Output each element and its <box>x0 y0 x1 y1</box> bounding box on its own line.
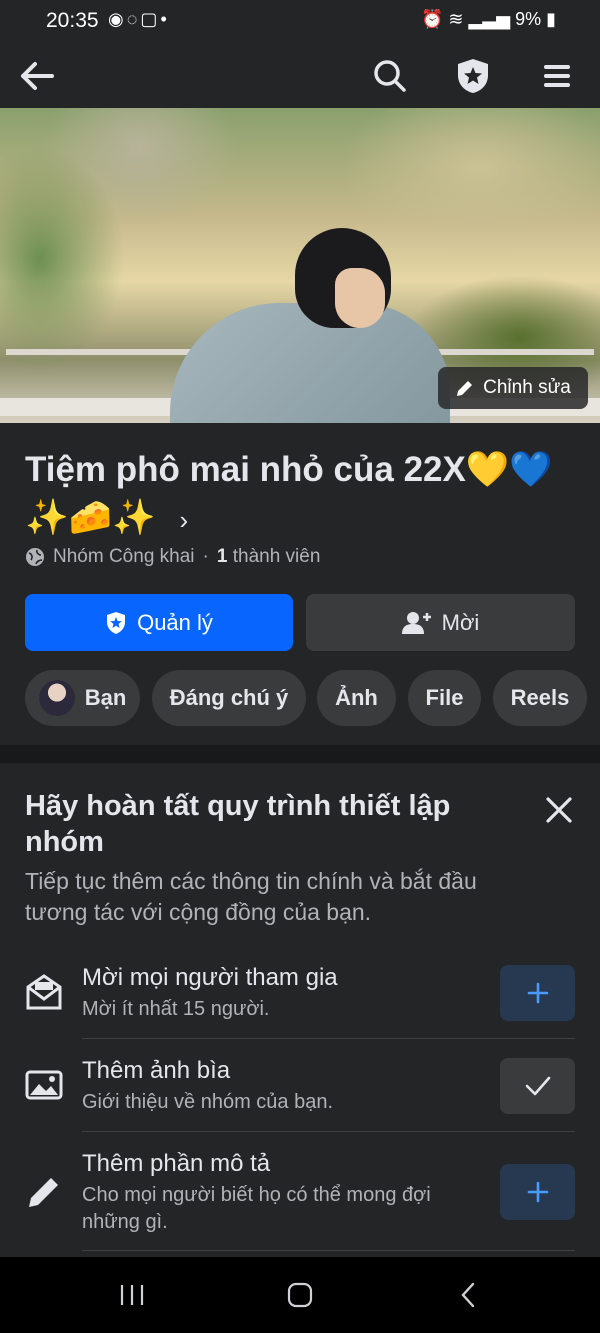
completed-button[interactable] <box>500 1058 575 1114</box>
weibo-icon: ◉ <box>108 9 127 29</box>
tab-reels[interactable]: Reels <box>493 670 587 726</box>
task-divider <box>82 1131 575 1132</box>
battery-icon: ▮ <box>546 9 556 29</box>
task-description: Giới thiệu về nhóm của bạn. <box>82 1091 334 1113</box>
task-divider <box>82 1038 575 1039</box>
pencil-icon <box>457 381 473 396</box>
home-icon[interactable] <box>280 1279 320 1311</box>
member-label: thành viên <box>232 546 321 567</box>
admin-shield-icon[interactable] <box>453 56 493 96</box>
cover-person-face <box>335 268 385 328</box>
manage-label: Quản lý <box>137 609 213 635</box>
task-divider <box>82 1250 575 1251</box>
invite-envelope-icon <box>24 972 64 1012</box>
admin-shield-icon <box>107 611 126 634</box>
task-description: Mời ít nhất 15 người. <box>82 998 270 1020</box>
tab-friends[interactable]: Bạn <box>25 670 140 726</box>
recent-apps-icon[interactable] <box>112 1279 152 1311</box>
edit-cover-label: Chỉnh sửa <box>483 377 571 398</box>
group-meta: Nhóm Công khai · 1 thành viên <box>25 546 320 568</box>
signal-icon: ▂▃▅ <box>468 9 511 29</box>
status-time: 20:35 <box>46 9 99 32</box>
section-divider <box>0 745 600 763</box>
avatar <box>38 680 75 716</box>
top-nav <box>0 44 600 108</box>
tab-files[interactable]: File <box>408 670 481 726</box>
instagram-icon: ▢ <box>140 9 161 29</box>
group-name: Tiệm phô mai nhỏ của 22X💛💙✨🧀✨ <box>25 450 554 537</box>
tab-label: File <box>425 685 464 710</box>
system-nav-bar <box>0 1257 600 1333</box>
task-description: Cho mọi người biết họ có thể mong đợi nh… <box>82 1184 431 1233</box>
battery-percent: 9% <box>515 9 542 29</box>
add-button[interactable] <box>500 965 575 1021</box>
tab-photos[interactable]: Ảnh <box>317 670 396 726</box>
messenger-icon: ◌ <box>126 9 141 29</box>
alarm-icon: ⏰ <box>420 9 444 29</box>
tab-label: Ảnh <box>335 685 378 710</box>
task-title: Mời mọi người tham gia <box>82 964 338 991</box>
privacy-label: Nhóm Công khai <box>53 546 195 567</box>
plus-icon <box>527 982 548 1004</box>
wifi-icon: ≋ <box>448 9 464 29</box>
notification-icons: ◉◌▢• <box>108 9 170 30</box>
meta-separator: · <box>202 546 209 567</box>
add-button[interactable] <box>500 1164 575 1220</box>
close-icon[interactable] <box>542 793 576 827</box>
manage-button[interactable]: Quản lý <box>25 594 293 651</box>
setup-title: Hãy hoàn tất quy trình thiết lập nhóm <box>25 790 451 858</box>
plus-icon <box>527 1181 548 1203</box>
photo-icon <box>24 1065 64 1105</box>
tab-label: Đáng chú ý <box>169 685 289 710</box>
invite-label: Mời <box>441 609 480 635</box>
edit-cover-button[interactable]: Chỉnh sửa <box>438 367 588 409</box>
dot-icon: • <box>160 9 170 29</box>
tab-label: Reels <box>510 685 570 710</box>
status-right: ⏰ ≋ ▂▃▅ 9% ▮ <box>421 9 556 30</box>
invite-button[interactable]: Mời <box>306 594 575 651</box>
chevron-right-icon[interactable]: › <box>179 505 188 535</box>
group-title[interactable]: Tiệm phô mai nhỏ của 22X💛💙✨🧀✨ › <box>25 446 585 544</box>
add-person-icon <box>401 611 431 634</box>
task-title: Thêm ảnh bìa <box>82 1057 231 1084</box>
menu-icon[interactable] <box>537 56 577 96</box>
member-count: 1 <box>216 546 228 567</box>
tab-featured[interactable]: Đáng chú ý <box>152 670 306 726</box>
status-bar: 20:35 ◉◌▢• ⏰ ≋ ▂▃▅ 9% ▮ <box>0 0 600 44</box>
checkmark-icon <box>525 1076 550 1096</box>
group-tabs: Bạn Đáng chú ý Ảnh File Reels <box>25 670 600 726</box>
task-title: Thêm phần mô tả <box>82 1150 271 1177</box>
setup-subtitle: Tiếp tục thêm các thông tin chính và bắt… <box>25 868 477 925</box>
pencil-icon <box>24 1172 64 1212</box>
globe-icon <box>26 548 44 566</box>
back-arrow-icon[interactable] <box>17 56 57 96</box>
back-icon[interactable] <box>448 1279 488 1311</box>
search-icon[interactable] <box>370 56 410 96</box>
tab-label: Bạn <box>84 685 127 710</box>
